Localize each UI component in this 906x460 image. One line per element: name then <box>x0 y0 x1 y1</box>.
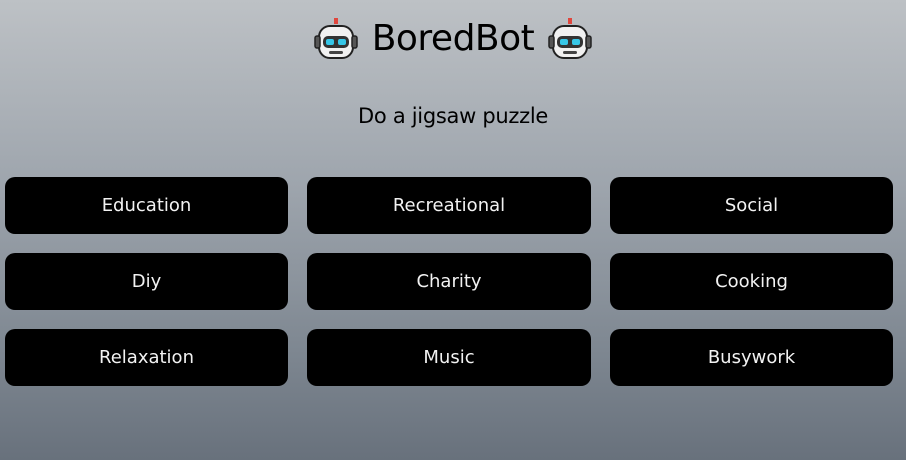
activity-suggestion: Do a jigsaw puzzle <box>358 104 548 128</box>
robot-face-icon <box>313 18 358 59</box>
category-button-charity[interactable]: Charity <box>307 253 591 310</box>
category-button-busywork[interactable]: Busywork <box>610 329 893 386</box>
category-button-cooking[interactable]: Cooking <box>610 253 893 310</box>
category-button-education[interactable]: Education <box>5 177 288 234</box>
header: BoredBot <box>0 14 906 64</box>
category-button-diy[interactable]: Diy <box>5 253 288 310</box>
category-button-social[interactable]: Social <box>610 177 893 234</box>
category-button-relaxation[interactable]: Relaxation <box>5 329 288 386</box>
app-title: BoredBot <box>371 18 535 59</box>
category-button-music[interactable]: Music <box>307 329 591 386</box>
robot-face-icon <box>548 18 593 59</box>
category-button-recreational[interactable]: Recreational <box>307 177 591 234</box>
category-grid: Education Recreational Social Diy Charit… <box>5 177 893 386</box>
